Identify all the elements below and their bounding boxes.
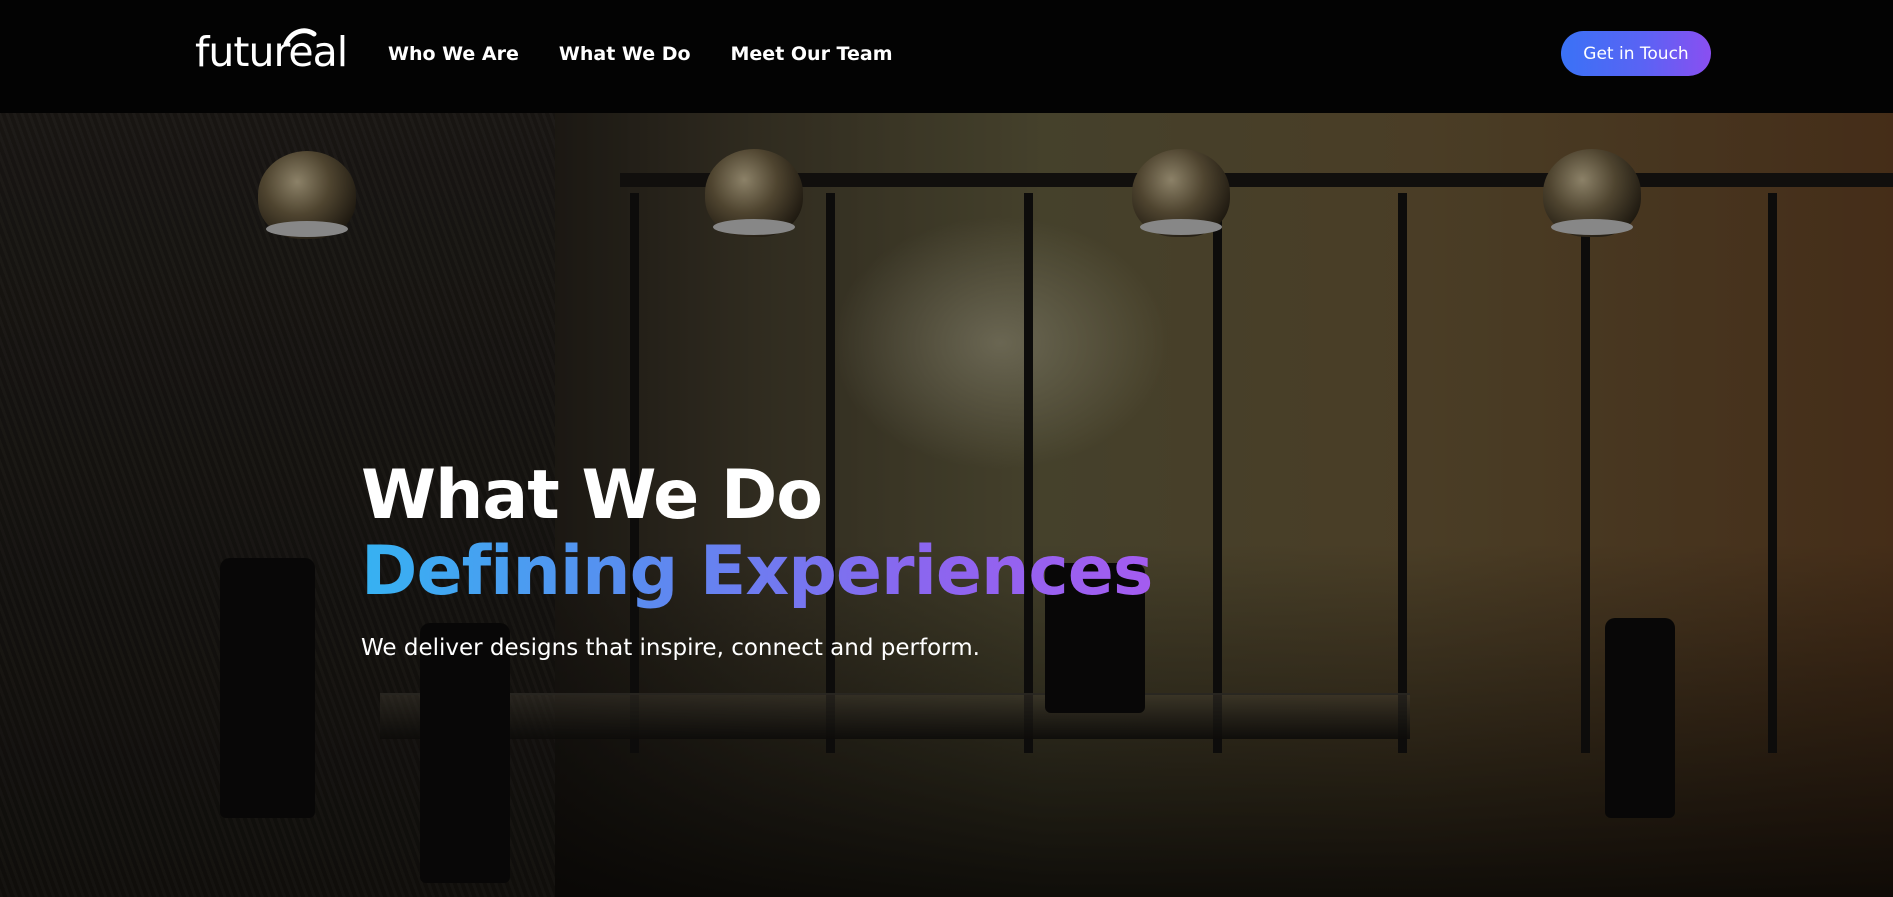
hero-subtitle: We deliver designs that inspire, connect… xyxy=(361,635,980,661)
hero-section: What We Do Defining Experiences We deliv… xyxy=(0,113,1893,897)
nav-link-what-we-do[interactable]: What We Do xyxy=(559,38,691,70)
hero-title: What We Do xyxy=(361,456,823,535)
nav-link-who-we-are[interactable]: Who We Are xyxy=(388,38,519,70)
hero-highlight: Defining Experiences xyxy=(361,532,1153,611)
get-in-touch-button[interactable]: Get in Touch xyxy=(1561,31,1711,76)
futureal-logo[interactable]: futureal xyxy=(195,28,348,76)
logo-text: futureal xyxy=(195,28,348,76)
site-header: futureal Who We Are What We Do Meet Our … xyxy=(0,0,1893,113)
main-nav: Who We Are What We Do Meet Our Team xyxy=(388,38,893,70)
nav-link-meet-our-team[interactable]: Meet Our Team xyxy=(731,38,893,70)
hero-content: What We Do Defining Experiences We deliv… xyxy=(361,456,1153,664)
logo-swoosh-icon xyxy=(283,28,317,47)
